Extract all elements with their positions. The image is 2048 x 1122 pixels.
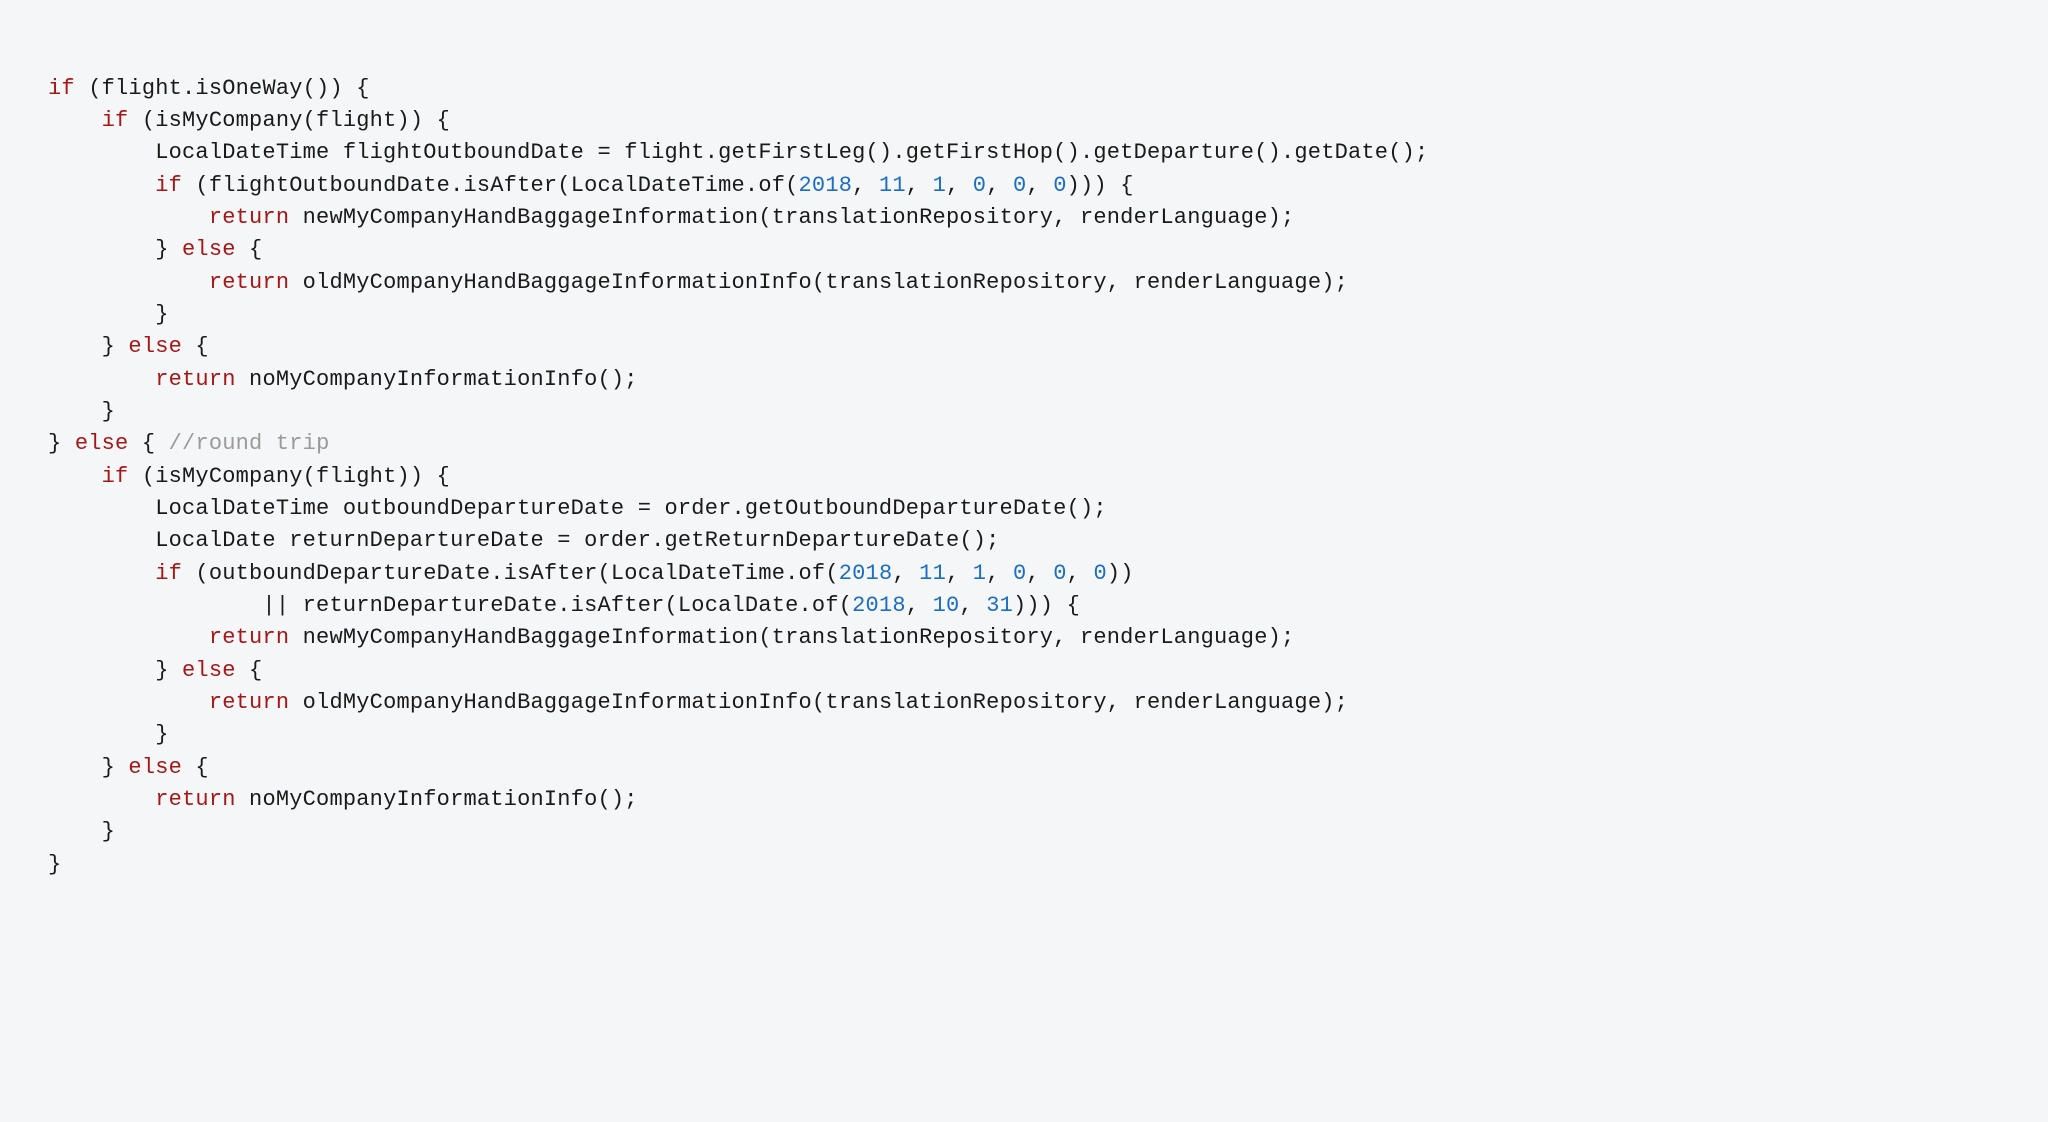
code-token-txt: (isMyCompany(flight)) { <box>128 108 450 133</box>
code-token-num: 2018 <box>852 593 906 618</box>
code-token-num: 11 <box>879 173 906 198</box>
code-token-txt: } <box>48 237 182 262</box>
code-token-txt: } <box>48 399 115 424</box>
code-token-txt <box>48 561 155 586</box>
code-token-kw: if <box>155 561 182 586</box>
code-token-kw: else <box>75 431 129 456</box>
code-token-txt: { <box>236 658 263 683</box>
code-token-txt <box>48 205 209 230</box>
code-token-txt: } <box>48 819 115 844</box>
code-token-txt: (flight.isOneWay()) { <box>75 76 370 101</box>
code-token-kw: return <box>209 690 289 715</box>
code-token-txt: ))) { <box>1013 593 1080 618</box>
code-token-kw: if <box>102 108 129 133</box>
code-token-txt: } <box>48 431 75 456</box>
code-token-txt: noMyCompanyInformationInfo(); <box>236 367 638 392</box>
code-token-txt: , <box>986 561 1013 586</box>
code-token-txt: } <box>48 658 182 683</box>
code-token-num: 10 <box>933 593 960 618</box>
code-token-num: 2018 <box>839 561 893 586</box>
code-token-txt: , <box>1026 561 1053 586</box>
code-token-txt: (isMyCompany(flight)) { <box>128 464 450 489</box>
code-token-txt: noMyCompanyInformationInfo(); <box>236 787 638 812</box>
code-token-kw: return <box>209 625 289 650</box>
code-token-txt: , <box>906 173 933 198</box>
code-token-txt: } <box>48 852 61 877</box>
code-token-kw: else <box>128 755 182 780</box>
code-token-num: 0 <box>973 173 986 198</box>
code-token-kw: if <box>102 464 129 489</box>
code-token-txt: { <box>182 334 209 359</box>
code-token-txt: )) <box>1107 561 1134 586</box>
code-token-txt <box>48 270 209 295</box>
code-token-txt: ))) { <box>1067 173 1134 198</box>
code-token-txt: } <box>48 755 128 780</box>
code-token-txt: , <box>852 173 879 198</box>
code-token-txt: newMyCompanyHandBaggageInformation(trans… <box>289 205 1294 230</box>
code-token-num: 1 <box>973 561 986 586</box>
code-token-txt: oldMyCompanyHandBaggageInformationInfo(t… <box>289 690 1348 715</box>
code-token-num: 0 <box>1053 173 1066 198</box>
code-token-txt: || returnDepartureDate.isAfter(LocalDate… <box>48 593 852 618</box>
code-token-kw: else <box>182 658 236 683</box>
code-token-txt: } <box>48 302 169 327</box>
code-token-num: 0 <box>1013 561 1026 586</box>
code-token-txt: , <box>946 561 973 586</box>
code-token-num: 0 <box>1093 561 1106 586</box>
code-token-kw: if <box>48 76 75 101</box>
code-token-txt: , <box>986 173 1013 198</box>
code-token-num: 2018 <box>799 173 853 198</box>
code-token-txt <box>48 690 209 715</box>
code-token-txt: , <box>946 173 973 198</box>
code-token-kw: return <box>209 205 289 230</box>
code-token-txt: (outboundDepartureDate.isAfter(LocalDate… <box>182 561 839 586</box>
code-token-txt <box>48 108 102 133</box>
code-token-txt: newMyCompanyHandBaggageInformation(trans… <box>289 625 1294 650</box>
code-token-txt: , <box>906 593 933 618</box>
code-token-kw: return <box>155 787 235 812</box>
code-block: if (flight.isOneWay()) { if (isMyCompany… <box>48 73 2048 881</box>
code-token-kw: return <box>155 367 235 392</box>
code-token-txt: oldMyCompanyHandBaggageInformationInfo(t… <box>289 270 1348 295</box>
code-token-txt: { <box>128 431 168 456</box>
code-token-txt <box>48 625 209 650</box>
code-token-txt: , <box>959 593 986 618</box>
code-token-num: 11 <box>919 561 946 586</box>
code-token-txt: } <box>48 334 128 359</box>
code-token-txt: LocalDateTime flightOutboundDate = fligh… <box>48 140 1428 165</box>
code-token-txt: , <box>892 561 919 586</box>
code-token-num: 31 <box>986 593 1013 618</box>
code-token-txt: { <box>236 237 263 262</box>
code-token-txt: (flightOutboundDate.isAfter(LocalDateTim… <box>182 173 799 198</box>
code-token-txt: LocalDateTime outboundDepartureDate = or… <box>48 496 1107 521</box>
code-token-num: 0 <box>1013 173 1026 198</box>
code-token-kw: if <box>155 173 182 198</box>
code-token-kw: else <box>128 334 182 359</box>
code-token-kw: else <box>182 237 236 262</box>
code-token-txt <box>48 464 102 489</box>
code-token-txt: { <box>182 755 209 780</box>
code-token-txt: } <box>48 722 169 747</box>
code-token-txt: , <box>1067 561 1094 586</box>
code-token-num: 1 <box>933 173 946 198</box>
code-token-txt: LocalDate returnDepartureDate = order.ge… <box>48 528 1000 553</box>
code-token-txt <box>48 173 155 198</box>
code-token-txt <box>48 787 155 812</box>
code-token-txt: , <box>1026 173 1053 198</box>
code-token-txt <box>48 367 155 392</box>
code-token-num: 0 <box>1053 561 1066 586</box>
code-token-kw: return <box>209 270 289 295</box>
code-token-cmt: //round trip <box>169 431 330 456</box>
